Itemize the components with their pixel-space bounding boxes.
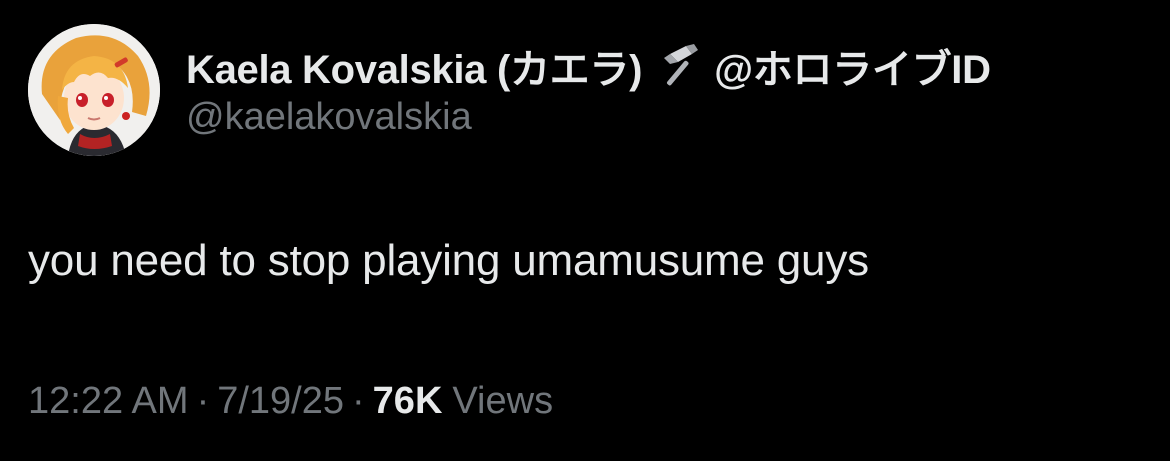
hammer-icon [652, 44, 708, 88]
tweet-text: you need to stop playing umamusume guys [28, 236, 869, 285]
views-count: 76K [372, 380, 443, 422]
author-name-row: Kaela Kovalskia (カエラ) @ホロライブID [186, 38, 1146, 94]
tweet-meta: 12:22 AM · 7/19/25 · 76K Views [28, 380, 553, 423]
author-handle[interactable]: @kaelakovalskia [186, 96, 1146, 139]
author-affiliation[interactable]: @ホロライブID [714, 37, 991, 95]
tweet-date[interactable]: 7/19/25 [217, 380, 344, 423]
tweet-time[interactable]: 12:22 AM [28, 380, 189, 423]
views-label: Views [452, 380, 554, 422]
author-display-name[interactable]: Kaela Kovalskia (カエラ) [186, 37, 642, 95]
meta-separator: · [196, 380, 210, 422]
author-avatar[interactable] [28, 24, 160, 156]
tweet-card: Kaela Kovalskia (カエラ) @ホロライブID @kaelakov… [0, 0, 1170, 461]
tweet-header: Kaela Kovalskia (カエラ) @ホロライブID @kaelakov… [186, 38, 1146, 139]
avatar-image [28, 24, 160, 156]
meta-separator: · [352, 380, 365, 422]
